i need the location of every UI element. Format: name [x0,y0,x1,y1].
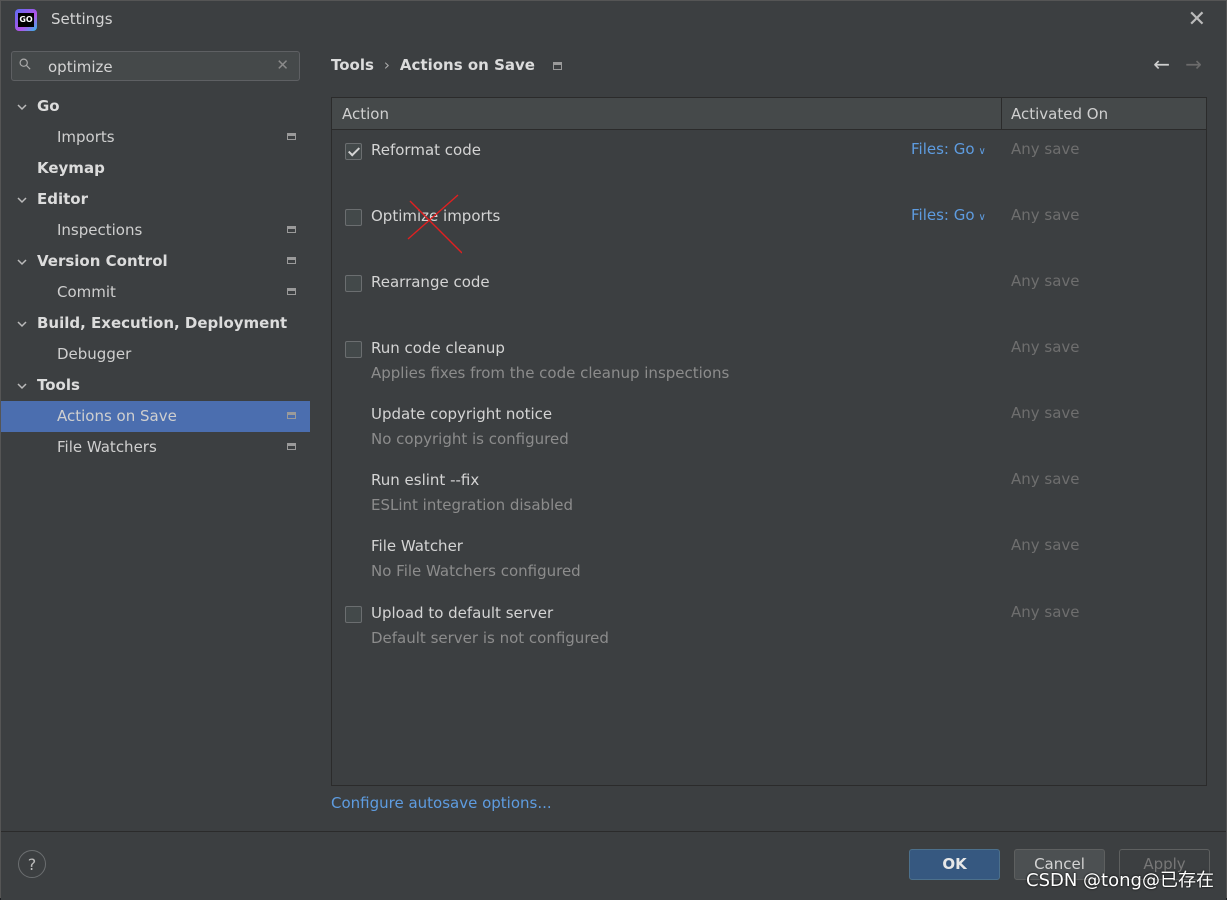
chevron-down-icon[interactable] [17,258,27,266]
tree-item-label: Editor [37,190,88,208]
tree-item-editor[interactable]: Editor [1,184,310,215]
tree-item-label: Inspections [57,221,143,239]
chevron-down-icon[interactable] [17,320,27,328]
files-scope-dropdown[interactable]: Files: Go ∨ [911,140,986,158]
breadcrumb-separator: › [383,56,390,74]
tree-item-label: Imports [57,128,115,146]
search-icon [19,58,31,70]
project-scope-icon [552,61,562,70]
tree-item-label: Debugger [57,345,132,363]
tree-item-tools[interactable]: Tools [1,370,310,401]
chevron-down-icon: ∨ [978,146,986,157]
tree-item-label: Version Control [37,252,168,270]
action-name: Rearrange code [371,273,490,291]
search-box[interactable]: ✕ [11,51,300,81]
column-divider[interactable] [1001,98,1002,129]
action-name: Upload to default server [371,604,554,622]
tree-item-label: Keymap [37,159,105,177]
ok-button[interactable]: OK [909,849,1000,880]
settings-tree: Go Imports Keymap Editor Inspections Version … [1,91,310,463]
action-name: Reformat code [371,141,481,159]
chevron-down-icon[interactable] [17,382,27,390]
files-scope-label: Files: Go [911,140,975,158]
action-checkbox[interactable] [345,606,362,623]
forward-arrow-icon: → [1185,52,1202,76]
project-scope-icon [287,257,296,264]
column-header-activated-on[interactable]: Activated On [1011,105,1108,123]
help-icon[interactable]: ? [18,850,46,878]
breadcrumb-parent[interactable]: Tools [331,56,374,74]
project-scope-icon [287,288,296,295]
activated-on-value[interactable]: Any save [1011,272,1080,290]
configure-autosave-link[interactable]: Configure autosave options... [331,794,552,812]
action-description: No File Watchers configured [371,562,581,580]
activated-on-value[interactable]: Any save [1011,603,1080,621]
tree-item-debugger[interactable]: Debugger [1,339,310,370]
tree-item-label: Go [37,97,60,115]
settings-sidebar: ✕ Go Imports Keymap Editor Inspections Versio… [1,38,310,831]
tree-item-label: Tools [37,376,80,394]
chevron-down-icon[interactable] [17,103,27,111]
action-checkbox[interactable] [345,341,362,358]
breadcrumb: Tools › Actions on Save [331,56,562,74]
title-bar: Settings ✕ [1,1,1226,39]
table-header: Action Activated On [332,98,1206,130]
files-scope-dropdown[interactable]: Files: Go ∨ [911,206,986,224]
action-name: Run eslint --fix [371,471,480,489]
close-icon[interactable]: ✕ [1188,7,1206,32]
project-scope-icon [287,412,296,419]
tree-item-actions-on-save[interactable]: Actions on Save [1,401,310,432]
action-description: Applies fixes from the code cleanup insp… [371,364,730,382]
chevron-down-icon[interactable] [17,196,27,204]
tree-item-keymap[interactable]: Keymap [1,153,310,184]
activated-on-value[interactable]: Any save [1011,536,1080,554]
project-scope-icon [287,133,296,140]
action-description: ESLint integration disabled [371,496,573,514]
back-arrow-icon[interactable]: ← [1153,52,1170,76]
action-checkbox[interactable] [345,143,362,160]
action-name: Update copyright notice [371,405,553,423]
chevron-down-icon: ∨ [978,212,986,223]
activated-on-value[interactable]: Any save [1011,206,1080,224]
csdn-watermark: CSDN @tong@已存在 [1026,870,1214,891]
files-scope-label: Files: Go [911,206,975,224]
tree-item-label: File Watchers [57,438,157,456]
tree-item-label: Commit [57,283,116,301]
activated-on-value[interactable]: Any save [1011,338,1080,356]
settings-window: Settings ✕ ✕ Go Imports Keymap Editor Inspec… [0,0,1227,900]
search-input[interactable] [46,56,270,78]
column-header-action[interactable]: Action [342,105,389,123]
action-name: File Watcher [371,537,463,555]
tree-item-go[interactable]: Go [1,91,310,122]
tree-item-inspections[interactable]: Inspections [1,215,310,246]
project-scope-icon [287,443,296,450]
activated-on-value[interactable]: Any save [1011,470,1080,488]
action-name: Run code cleanup [371,339,505,357]
tree-item-file-watchers[interactable]: File Watchers [1,432,310,463]
action-checkbox[interactable] [345,209,362,226]
window-title: Settings [51,10,113,28]
action-checkbox[interactable] [345,275,362,292]
activated-on-value[interactable]: Any save [1011,404,1080,422]
clear-search-icon[interactable]: ✕ [276,56,289,74]
actions-table: Action Activated On Reformat code Files: … [331,97,1207,786]
main-panel: Tools › Actions on Save ← → Action Activat… [310,38,1226,831]
project-scope-icon [287,226,296,233]
action-description: No copyright is configured [371,430,569,448]
tree-item-build-execution-deployment[interactable]: Build, Execution, Deployment [1,308,310,339]
red-cross-annotation [407,194,462,254]
goland-app-icon [15,9,37,31]
action-description: Default server is not configured [371,629,609,647]
tree-item-label: Actions on Save [57,407,177,425]
breadcrumb-current: Actions on Save [399,56,535,74]
tree-item-version-control[interactable]: Version Control [1,246,310,277]
tree-item-label: Build, Execution, Deployment [37,314,288,332]
activated-on-value[interactable]: Any save [1011,140,1080,158]
tree-item-commit[interactable]: Commit [1,277,310,308]
tree-item-imports[interactable]: Imports [1,122,310,153]
